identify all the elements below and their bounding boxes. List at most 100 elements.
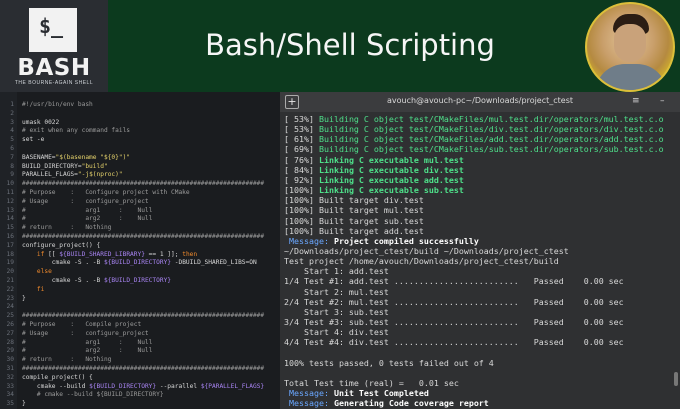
code-line[interactable]: 18 if [[ ${BUILD_SHARED_LIBRARY} == 1 ]]…: [0, 250, 280, 259]
code-line[interactable]: 12 # Usage : configure_project: [0, 197, 280, 206]
terminal-line: ~/Downloads/project_ctest/build ~/Downlo…: [284, 246, 569, 257]
code-token: ${BUILD_DIRECTORY}: [89, 382, 157, 390]
code-line[interactable]: 3 umask 0022: [0, 118, 280, 127]
code-line[interactable]: 2: [0, 109, 280, 118]
line-number: 10: [6, 180, 14, 188]
terminal-token: Linking C executable div.test: [318, 164, 464, 175]
code-line[interactable]: 19 cmake -S . -B ${BUILD_DIRECTORY} -DBU…: [0, 258, 280, 267]
code-text: set -e: [22, 135, 44, 144]
scrollbar-thumb[interactable]: [674, 372, 678, 386]
code-line[interactable]: 29 # arg2 : Null: [0, 346, 280, 355]
code-token: --parallel: [156, 382, 201, 390]
terminal-line: [100%] Built target div.test: [284, 195, 424, 206]
terminal-line: Message: Unit Test Completed: [284, 388, 429, 399]
code-line[interactable]: 33 cmake --build ${BUILD_DIRECTORY} --pa…: [0, 382, 280, 391]
code-token: # arg1 : Null: [22, 206, 153, 214]
terminal-scrollbar[interactable]: [672, 113, 680, 409]
code-line[interactable]: 30 # return : Nothing: [0, 355, 280, 364]
code-line[interactable]: 24: [0, 302, 280, 311]
line-number: 23: [6, 294, 14, 302]
code-line[interactable]: 23}: [0, 294, 280, 303]
code-line[interactable]: 32 compile_project() {: [0, 373, 280, 382]
code-line[interactable]: 22 fi: [0, 285, 280, 294]
line-number: 19: [6, 259, 14, 267]
code-line[interactable]: 20 else: [0, 267, 280, 276]
code-token: ########################################…: [22, 312, 265, 320]
terminal-line: [ 76%] Linking C executable mul.test: [284, 155, 464, 166]
code-token: # arg2 : Null: [22, 215, 153, 223]
code-line[interactable]: 26 # Purpose : Compile project: [0, 320, 280, 329]
code-line[interactable]: 28 # arg1 : Null: [0, 338, 280, 347]
terminal-line: [ 53%] Building C object test/CMakeFiles…: [284, 114, 664, 125]
terminal-token: 1/4 Test #1: add.test ..................…: [284, 276, 624, 287]
code-line[interactable]: 7 BASENAME="$(basename "${0}")": [0, 153, 280, 162]
logo-prompt: $_: [39, 14, 64, 38]
terminal-token: Building C object test/CMakeFiles/sub.te…: [318, 144, 664, 155]
code-line[interactable]: 11 # Purpose : Configure project with CMa…: [0, 188, 280, 197]
code-text: }: [22, 399, 26, 408]
code-token: }: [22, 294, 26, 302]
code-line[interactable]: 25 ######################################…: [0, 311, 280, 320]
code-text: ########################################…: [22, 179, 264, 188]
code-text: # return : Nothing: [22, 223, 111, 232]
code-line[interactable]: 9 PARALLEL_FLAGS="-j$(nproc)": [0, 170, 280, 179]
line-number: 13: [6, 206, 14, 214]
terminal-token: Start 1: add.test: [284, 266, 389, 277]
code-text: #!/usr/bin/env bash: [22, 100, 93, 109]
code-text: cmake -S . -B ${BUILD_DIRECTORY}: [22, 276, 171, 285]
line-number: 27: [6, 329, 14, 337]
code-text: # arg1 : Null: [22, 206, 152, 215]
terminal-token: Project compiled successfully: [333, 235, 479, 246]
code-line[interactable]: 17 configure_project() {: [0, 241, 280, 250]
code-line[interactable]: 21 cmake -S . -B ${BUILD_DIRECTORY}: [0, 276, 280, 285]
line-number: 6: [10, 145, 14, 152]
code-line[interactable]: 6: [0, 144, 280, 153]
code-text: ########################################…: [22, 364, 264, 373]
line-number: 12: [6, 197, 14, 205]
menu-icon[interactable]: ≡: [632, 96, 640, 106]
code-line[interactable]: 5 set -e: [0, 135, 280, 144]
code-line[interactable]: 15 # return : Nothing: [0, 223, 280, 232]
line-number: 26: [6, 321, 14, 328]
terminal-line: [100%] Built target mul.test: [284, 205, 424, 216]
terminal-token: [ 76%]: [284, 154, 319, 165]
terminal-token: [ 92%]: [284, 174, 319, 185]
terminal-line: Start 3: sub.test: [284, 307, 389, 318]
line-number: 20: [6, 268, 14, 276]
code-line[interactable]: 27 # Usage : configure_project: [0, 329, 280, 338]
line-number: 15: [6, 224, 14, 232]
code-text: BUILD_DIRECTORY="build": [22, 162, 108, 171]
code-editor[interactable]: 1 #!/usr/bin/env bash 2 3 umask 0022 4 # exit …: [0, 92, 280, 409]
terminal-window[interactable]: + avouch@avouch-pc~/Downloads/project_ct…: [280, 92, 680, 409]
terminal-token: [100%] Built target sub.test: [284, 215, 424, 226]
code-token: then: [182, 250, 198, 258]
code-line[interactable]: 10 ######################################…: [0, 179, 280, 188]
code-line[interactable]: 31 ######################################…: [0, 364, 280, 373]
code-token: # return : Nothing: [22, 356, 112, 364]
line-number: 8: [10, 162, 14, 170]
code-text: cmake --build ${BUILD_DIRECTORY} --paral…: [22, 382, 264, 391]
terminal-line: [ 61%] Building C object test/CMakeFiles…: [284, 134, 664, 145]
code-line[interactable]: 16 ######################################…: [0, 232, 280, 241]
code-line[interactable]: 34 # cmake --build ${BUILD_DIRECTORY}: [0, 390, 280, 399]
logo-text: BASH: [17, 55, 91, 81]
minimize-icon[interactable]: –: [660, 96, 665, 106]
terminal-token: [100%] Built target mul.test: [284, 205, 424, 216]
terminal-output[interactable]: [ 53%] Building C object test/CMakeFiles…: [280, 113, 672, 409]
code-line[interactable]: 35}: [0, 399, 280, 408]
line-number: 31: [6, 365, 14, 372]
code-line[interactable]: 14 # arg2 : Null: [0, 214, 280, 223]
code-token: # Purpose : Configure project with CMake: [22, 189, 190, 196]
code-token: fi: [36, 285, 45, 293]
code-line[interactable]: 4 # exit when any command fails: [0, 126, 280, 135]
terminal-token: Building C object test/CMakeFiles/add.te…: [318, 134, 664, 145]
code-token: "$(basename "${0}")": [55, 153, 131, 161]
code-line[interactable]: 13 # arg1 : Null: [0, 206, 280, 215]
code-text: # arg2 : Null: [22, 214, 152, 223]
line-number: 1: [10, 101, 14, 108]
code-line[interactable]: 1 #!/usr/bin/env bash: [0, 100, 280, 109]
code-text: # arg2 : Null: [22, 346, 152, 355]
code-token: "-j$(nproc)": [77, 171, 123, 179]
code-line[interactable]: 8 BUILD_DIRECTORY="build": [0, 162, 280, 171]
terminal-token: Generating Code coverage report: [333, 398, 489, 409]
